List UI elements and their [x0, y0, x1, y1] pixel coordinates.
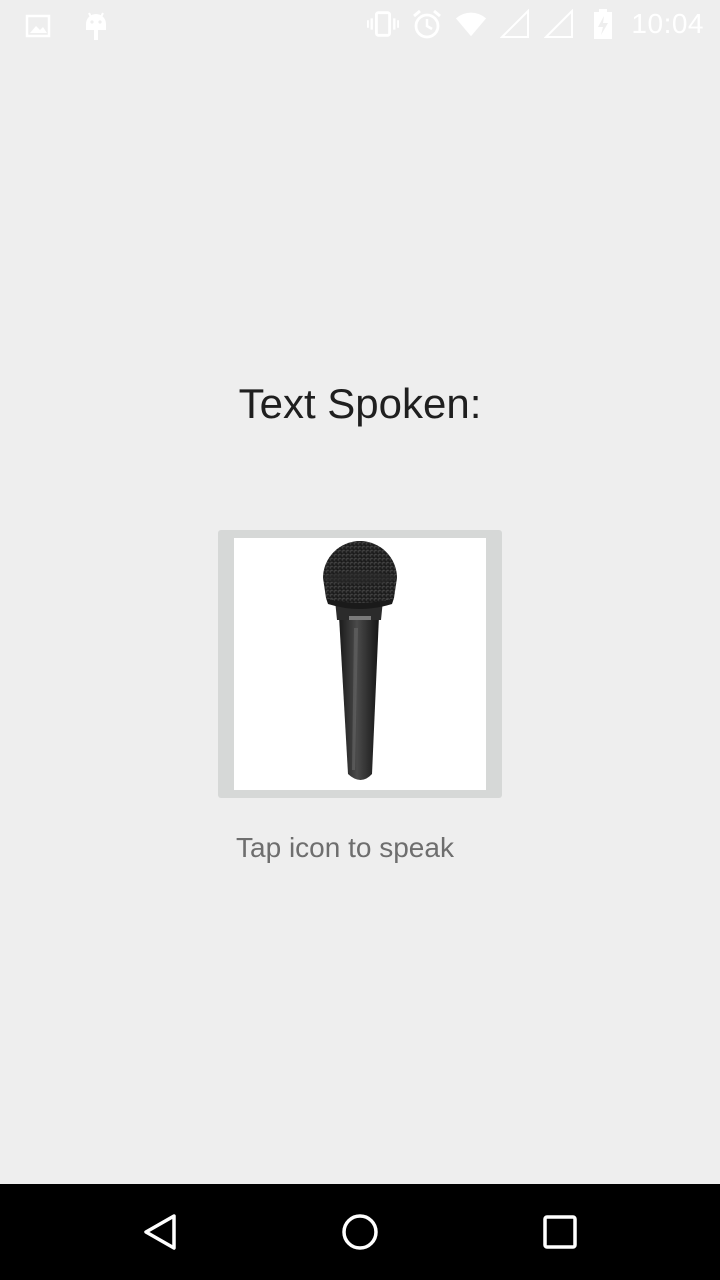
vibrate-icon [367, 8, 400, 40]
signal-icon [499, 8, 531, 40]
battery-charging-icon [587, 8, 619, 40]
speak-button[interactable] [218, 530, 502, 798]
image-icon [22, 10, 54, 42]
speak-hint: Tap icon to speak [236, 832, 454, 863]
home-icon[interactable] [336, 1208, 384, 1256]
recents-icon[interactable] [536, 1208, 584, 1256]
microphone-icon[interactable] [234, 538, 486, 790]
signal-icon-2 [543, 8, 575, 40]
status-left-icons [22, 10, 112, 42]
back-icon[interactable] [136, 1208, 184, 1256]
page-title: Text Spoken: [238, 380, 482, 427]
navigation-bar [0, 1184, 720, 1280]
status-time: 10:04 [631, 8, 704, 39]
wifi-icon [455, 8, 487, 40]
status-bar: 10:04 [0, 0, 720, 50]
screen: 10:04 Text Spoken: Tap icon to speak [0, 0, 720, 1280]
alarm-icon [411, 8, 443, 40]
android-icon [80, 10, 112, 42]
status-right-icons: 10:04 [367, 8, 704, 40]
